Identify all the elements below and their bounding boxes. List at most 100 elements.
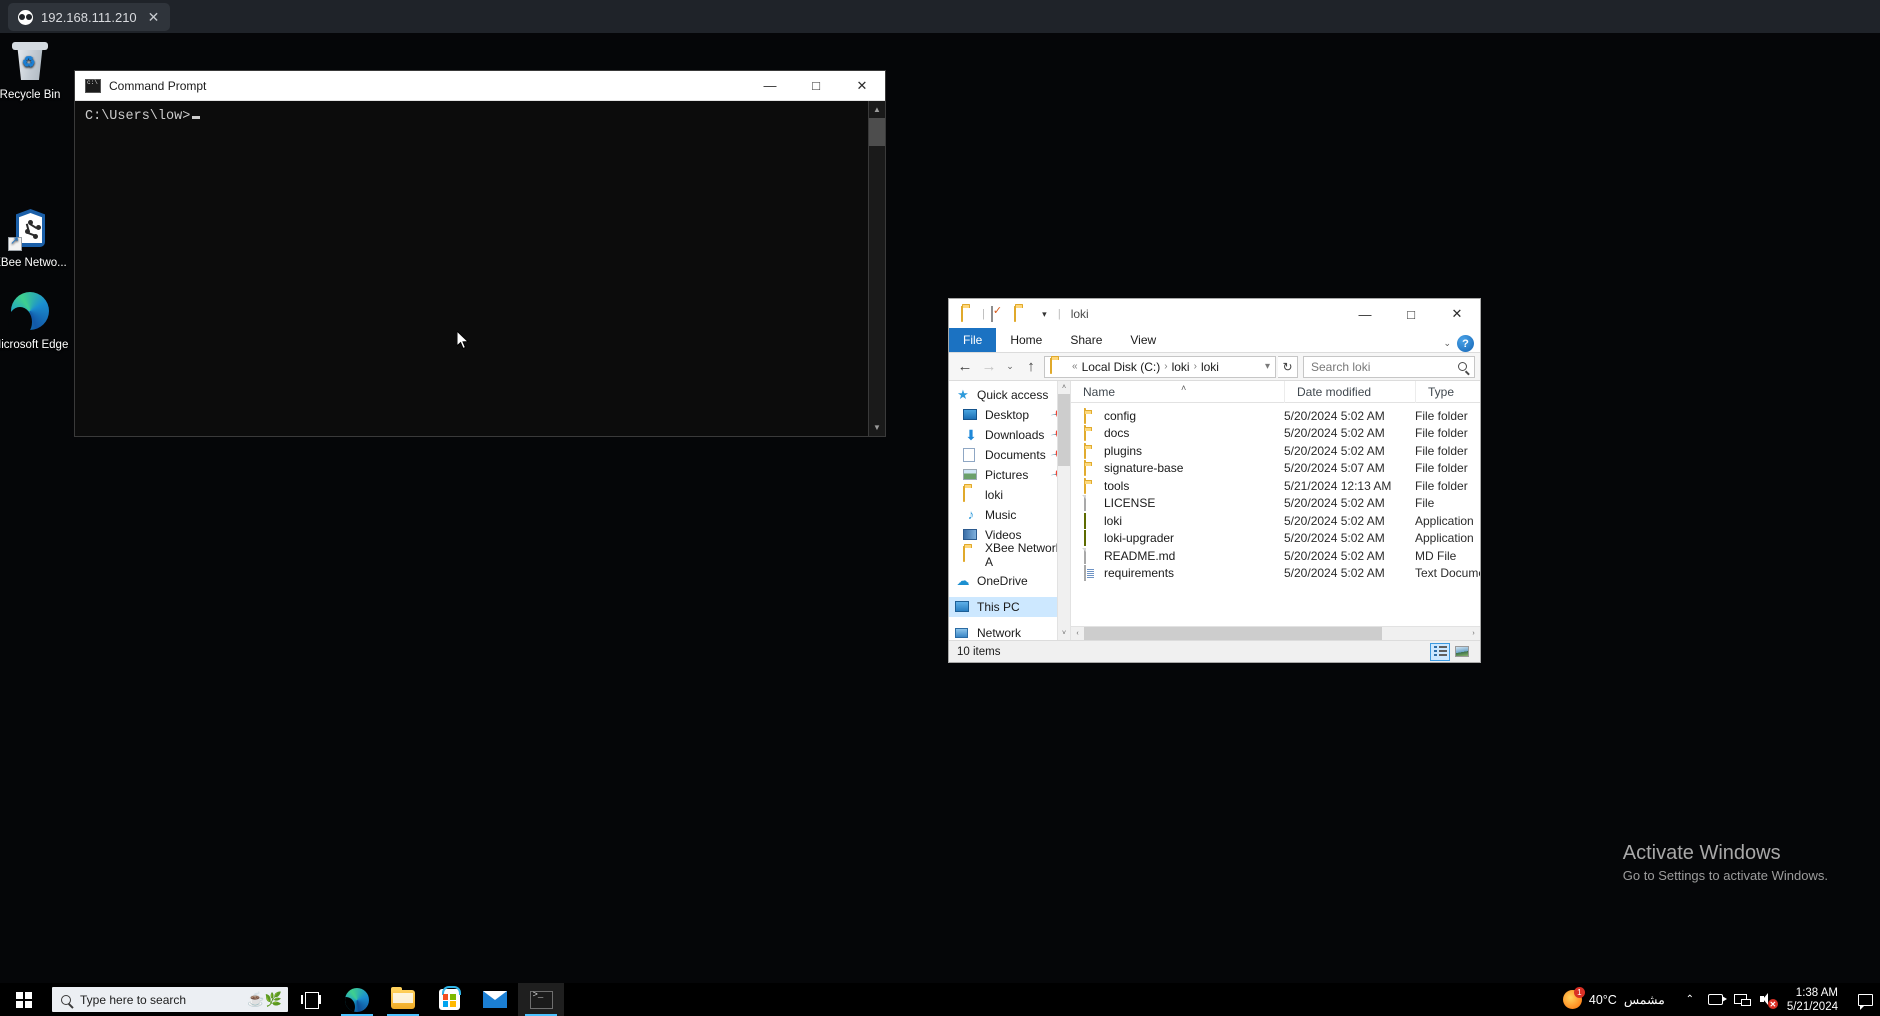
minimize-button[interactable]: — — [747, 71, 793, 101]
tab-share[interactable]: Share — [1056, 328, 1116, 352]
weather-widget[interactable]: 1 40°C مشمس — [1551, 987, 1677, 1009]
search-icon[interactable] — [1458, 362, 1467, 371]
table-row[interactable]: loki-upgrader 5/20/2024 5:02 AM Applicat… — [1071, 530, 1480, 548]
horizontal-scrollbar[interactable]: ‹ › — [1071, 626, 1480, 640]
microsoft-edge-taskbar-button[interactable] — [334, 983, 380, 1016]
sidebar-item-pictures[interactable]: Pictures 📌 — [949, 465, 1070, 485]
scrollbar-thumb[interactable] — [1084, 627, 1382, 640]
tab-file[interactable]: File — [949, 328, 997, 352]
table-row[interactable]: requirements 5/20/2024 5:02 AM Text Docu… — [1071, 565, 1480, 583]
vnc-session-tab[interactable]: 192.168.111.210 ✕ — [8, 3, 171, 31]
file-explorer-taskbar-button[interactable] — [380, 983, 426, 1016]
tab-view[interactable]: View — [1116, 328, 1170, 352]
column-header-type[interactable]: Type — [1415, 380, 1480, 403]
breadcrumb-item-loki-sub[interactable]: loki — [1201, 360, 1219, 374]
sidebar-item-loki[interactable]: loki — [949, 485, 1070, 505]
column-header-date-modified[interactable]: Date modified — [1284, 380, 1415, 403]
table-row[interactable]: tools 5/21/2024 12:13 AM File folder — [1071, 477, 1480, 495]
breadcrumb-overflow-icon[interactable]: « — [1072, 361, 1078, 372]
back-button[interactable]: ← — [954, 356, 976, 378]
mail-taskbar-button[interactable] — [472, 983, 518, 1016]
search-input[interactable]: Search loki — [1303, 355, 1475, 378]
breadcrumb[interactable]: « Local Disk (C:) › loki › loki ▾ — [1044, 355, 1276, 378]
recent-locations-button[interactable]: ⌄ — [1002, 356, 1018, 378]
table-row[interactable]: LICENSE 5/20/2024 5:02 AM File — [1071, 495, 1480, 513]
explorer-titlebar[interactable]: | ▾ | loki — □ ✕ — [949, 299, 1480, 329]
scroll-left-icon[interactable]: ‹ — [1071, 630, 1084, 637]
sidebar-item-documents[interactable]: Documents 📌 — [949, 445, 1070, 465]
table-row[interactable]: config 5/20/2024 5:02 AM File folder — [1071, 407, 1480, 425]
breadcrumb-item-loki[interactable]: loki — [1172, 360, 1190, 374]
tab-home[interactable]: Home — [996, 328, 1056, 352]
sidebar-item-desktop[interactable]: Desktop 📌 — [949, 405, 1070, 425]
volume-muted-icon[interactable]: ✕ — [1755, 983, 1781, 1016]
table-row[interactable]: plugins 5/20/2024 5:02 AM File folder — [1071, 442, 1480, 460]
clock[interactable]: 1:38 AM 5/21/2024 — [1781, 986, 1850, 1014]
file-explorer-window[interactable]: | ▾ | loki — □ ✕ File Home Share View ⌄ … — [948, 298, 1481, 663]
show-hidden-icons-icon[interactable]: ⌃ — [1677, 983, 1703, 1016]
scroll-up-icon[interactable]: ˄ — [1058, 381, 1070, 394]
action-center-icon[interactable] — [1850, 983, 1880, 1016]
camera-icon[interactable] — [1703, 983, 1729, 1016]
command-prompt-console[interactable]: C:\Users\low> — [75, 101, 885, 436]
scroll-up-icon[interactable]: ▲ — [869, 101, 885, 118]
taskbar-search-box[interactable]: Type here to search ☕🌿 — [52, 987, 288, 1012]
task-view-button[interactable] — [288, 983, 334, 1016]
start-button[interactable] — [0, 983, 48, 1016]
sidebar-item-this-pc[interactable]: This PC — [949, 597, 1070, 617]
chevron-down-icon[interactable]: ⌄ — [1443, 338, 1451, 349]
maximize-button[interactable]: □ — [1388, 299, 1434, 329]
file-list[interactable]: config 5/20/2024 5:02 AM File folder doc… — [1071, 403, 1480, 626]
sidebar-item-onedrive[interactable]: ☁ OneDrive — [949, 571, 1070, 591]
close-icon[interactable]: ✕ — [145, 9, 163, 26]
refresh-button[interactable]: ↻ — [1278, 355, 1298, 378]
desktop-icon-xbee-network-assistant[interactable]: XBee Netwo... — [0, 206, 72, 270]
up-button[interactable]: ↑ — [1020, 356, 1042, 378]
scrollbar-thumb[interactable] — [1058, 394, 1070, 466]
command-prompt-window[interactable]: Command Prompt — □ ✕ C:\Users\low> ▲ ▼ — [75, 71, 885, 436]
help-icon[interactable]: ? — [1457, 335, 1474, 352]
breadcrumb-dropdown-icon[interactable]: ▾ — [1265, 361, 1270, 372]
scrollbar-track[interactable] — [1084, 627, 1467, 640]
file-type: File folder — [1415, 408, 1468, 423]
scroll-down-icon[interactable]: ▼ — [869, 419, 885, 436]
scrollbar-thumb[interactable] — [869, 118, 885, 146]
breadcrumb-item-drive[interactable]: Local Disk (C:) — [1082, 360, 1161, 374]
table-row[interactable]: docs 5/20/2024 5:02 AM File folder — [1071, 425, 1480, 443]
desktop[interactable]: ♻ Recycle Bin XBee Netwo... Microsoft Ed… — [0, 33, 1880, 983]
forward-button[interactable]: → — [978, 356, 1000, 378]
details-view-button[interactable] — [1430, 642, 1450, 661]
scroll-down-icon[interactable]: ˅ — [1058, 627, 1070, 640]
minimize-button[interactable]: — — [1342, 299, 1388, 329]
sidebar-scrollbar[interactable]: ˄ ˅ — [1057, 381, 1070, 640]
table-row[interactable]: loki 5/20/2024 5:02 AM Application — [1071, 512, 1480, 530]
command-prompt-titlebar[interactable]: Command Prompt — □ ✕ — [75, 71, 885, 101]
desktop-icon-microsoft-edge[interactable]: Microsoft Edge — [0, 288, 72, 352]
explorer-navigation-bar: ← → ⌄ ↑ « Local Disk (C:) › loki › loki … — [949, 353, 1480, 381]
customize-dropdown-icon[interactable]: ▾ — [1037, 307, 1052, 322]
network-icon[interactable] — [1729, 983, 1755, 1016]
desktop-icon-recycle-bin[interactable]: ♻ Recycle Bin — [0, 38, 72, 102]
sidebar-item-network[interactable]: Network — [949, 623, 1070, 640]
command-prompt-taskbar-button[interactable] — [518, 983, 564, 1016]
console-scrollbar[interactable]: ▲ ▼ — [868, 101, 885, 436]
explorer-file-list-pane[interactable]: Name Date modified Type ˄ config 5/20/20… — [1071, 380, 1480, 640]
explorer-navigation-pane[interactable]: ★ Quick access Desktop 📌 ⬇ Downloads 📌 D… — [949, 381, 1071, 640]
table-row[interactable]: signature-base 5/20/2024 5:07 AM File fo… — [1071, 460, 1480, 478]
close-button[interactable]: ✕ — [1434, 299, 1480, 329]
properties-icon[interactable] — [990, 305, 1006, 322]
folder-icon[interactable] — [961, 305, 976, 322]
large-icons-view-button[interactable] — [1452, 643, 1472, 661]
sidebar-item-downloads[interactable]: ⬇ Downloads 📌 — [949, 425, 1070, 445]
close-button[interactable]: ✕ — [839, 71, 885, 101]
column-header-name[interactable]: Name — [1071, 381, 1284, 403]
file-name: loki-upgrader — [1104, 531, 1175, 546]
table-row[interactable]: README.md 5/20/2024 5:02 AM MD File — [1071, 547, 1480, 565]
maximize-button[interactable]: □ — [793, 71, 839, 101]
sidebar-item-quick-access[interactable]: ★ Quick access — [949, 385, 1070, 405]
sidebar-item-xbee-network[interactable]: XBee Network A — [949, 541, 1070, 569]
sidebar-item-music[interactable]: ♪ Music — [949, 505, 1070, 525]
microsoft-store-taskbar-button[interactable] — [426, 983, 472, 1016]
scroll-right-icon[interactable]: › — [1467, 630, 1480, 637]
new-folder-icon[interactable] — [1013, 305, 1029, 322]
